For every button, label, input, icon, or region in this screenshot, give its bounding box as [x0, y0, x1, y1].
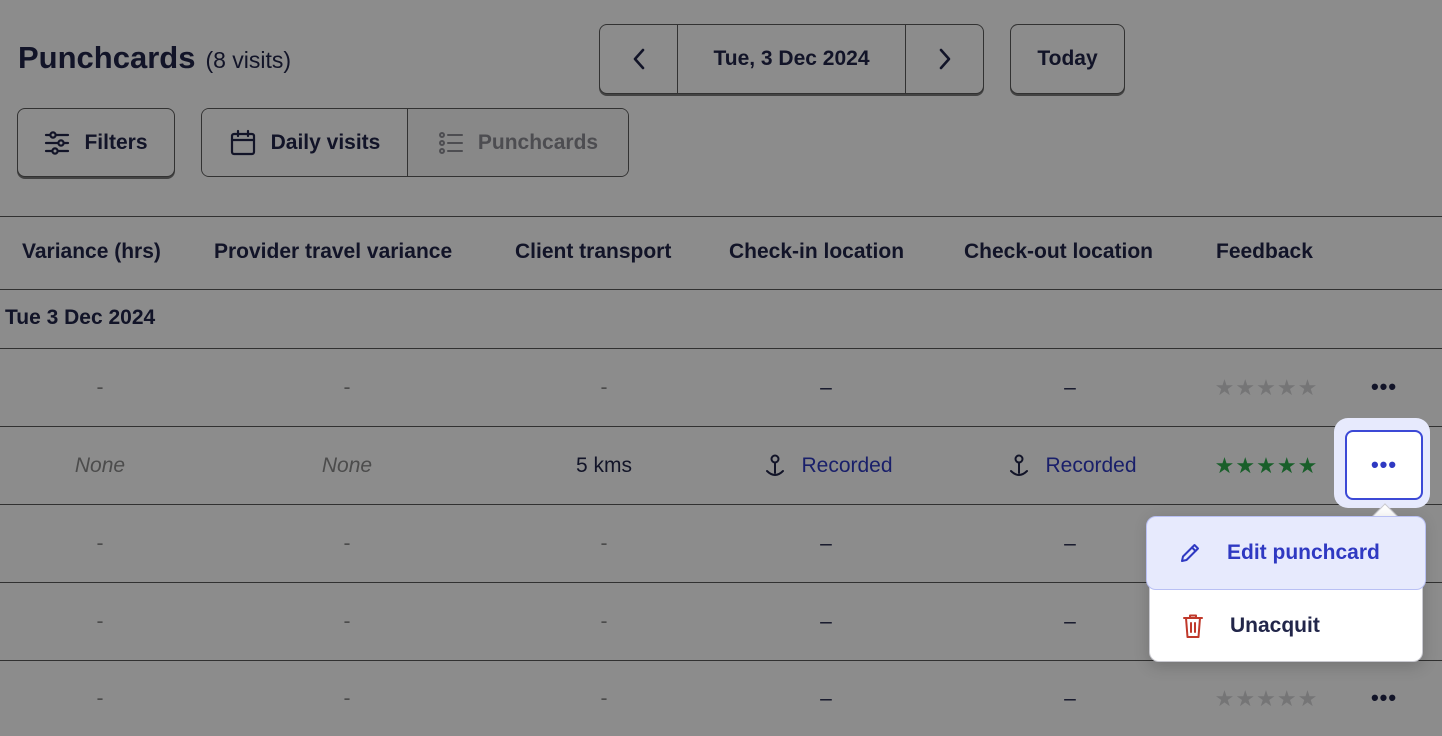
sliders-icon: [45, 130, 70, 155]
table-row[interactable]: - - - – – ★ ★ ★ ★ ★ •••: [0, 660, 1442, 736]
travel-variance-cell: -: [343, 375, 351, 399]
punchcards-tab[interactable]: Punchcards: [408, 109, 628, 176]
check-in-cell: –: [820, 686, 832, 710]
star-icon: ★: [1235, 685, 1256, 711]
variance-cell: None: [74, 453, 126, 477]
star-icon: ★: [1297, 685, 1318, 711]
travel-variance-cell: -: [343, 531, 351, 555]
feedback-cell: ★ ★ ★ ★ ★: [1214, 660, 1318, 736]
column-header-feedback[interactable]: Feedback: [1216, 240, 1313, 264]
travel-variance-cell: None: [321, 453, 373, 477]
rating-stars: ★ ★ ★ ★ ★: [1214, 452, 1318, 478]
variance-cell: -: [96, 375, 104, 399]
rating-stars: ★ ★ ★ ★ ★: [1214, 685, 1318, 711]
travel-variance-cell: -: [343, 686, 351, 710]
star-icon: ★: [1276, 685, 1297, 711]
transport-cell: -: [600, 686, 608, 710]
next-day-button[interactable]: [906, 25, 983, 93]
today-button[interactable]: Today: [1010, 24, 1125, 94]
unacquit-menu-item[interactable]: Unacquit: [1150, 590, 1422, 662]
filters-label: Filters: [84, 130, 148, 154]
star-icon: ★: [1235, 374, 1256, 400]
column-header-travel-variance[interactable]: Provider travel variance: [214, 240, 452, 264]
check-in-cell: –: [820, 531, 832, 555]
star-icon: ★: [1214, 452, 1235, 478]
column-header-variance[interactable]: Variance (hrs): [22, 240, 161, 264]
divider: [0, 216, 1442, 217]
star-icon: ★: [1214, 374, 1235, 400]
unacquit-label: Unacquit: [1230, 614, 1320, 637]
daily-visits-label: Daily visits: [270, 130, 381, 154]
filters-button[interactable]: Filters: [17, 108, 175, 177]
variance-cell: -: [96, 686, 104, 710]
more-actions-button[interactable]: •••: [1358, 367, 1410, 407]
map-pin-icon: [1007, 453, 1031, 479]
check-out-cell: –: [1064, 609, 1076, 633]
star-icon: ★: [1276, 374, 1297, 400]
star-icon: ★: [1297, 452, 1318, 478]
star-icon: ★: [1297, 374, 1318, 400]
more-actions-button-active[interactable]: •••: [1345, 430, 1423, 500]
check-in-cell: –: [820, 375, 832, 399]
star-icon: ★: [1256, 374, 1276, 400]
variance-cell: -: [96, 609, 104, 633]
date-group-label: Tue 3 Dec 2024: [5, 306, 156, 329]
list-icon: [438, 131, 463, 154]
table-row[interactable]: - - - – – ★ ★ ★ ★ ★ •••: [0, 349, 1442, 427]
edit-punchcard-menu-item[interactable]: Edit punchcard: [1146, 516, 1426, 590]
check-out-cell: –: [1064, 686, 1076, 710]
page-title: Punchcards: [18, 40, 196, 75]
daily-visits-tab[interactable]: Daily visits: [202, 109, 408, 176]
column-header-check-in[interactable]: Check-in location: [729, 240, 904, 264]
chevron-right-icon: [939, 48, 950, 70]
check-in-cell[interactable]: Recorded: [748, 427, 908, 504]
feedback-cell: ★ ★ ★ ★ ★: [1214, 427, 1318, 504]
date-navigator: Tue, 3 Dec 2024: [599, 24, 984, 94]
table-row[interactable]: None None 5 kms Recorded Recorded ★ ★ ★ ★ ★: [0, 427, 1442, 505]
prev-day-button[interactable]: [600, 25, 677, 93]
divider: [0, 289, 1442, 290]
view-toggle: Daily visits Punchcards: [201, 108, 629, 177]
transport-cell: 5 kms: [575, 453, 632, 477]
punchcards-page: Punchcards (8 visits) Tue, 3 Dec 2024 To…: [0, 0, 1442, 736]
transport-cell: -: [600, 375, 608, 399]
variance-cell: -: [96, 531, 104, 555]
check-out-cell: –: [1064, 375, 1076, 399]
trash-icon: [1183, 614, 1203, 638]
check-in-status[interactable]: Recorded: [801, 454, 892, 478]
transport-cell: -: [600, 609, 608, 633]
edit-punchcard-row[interactable]: Edit punchcard: [1147, 517, 1425, 589]
star-icon: ★: [1256, 685, 1276, 711]
current-date[interactable]: Tue, 3 Dec 2024: [677, 25, 906, 93]
transport-cell: -: [600, 531, 608, 555]
chevron-left-icon: [633, 48, 644, 70]
pencil-icon: [1181, 544, 1199, 562]
star-icon: ★: [1235, 452, 1256, 478]
column-header-check-out[interactable]: Check-out location: [964, 240, 1153, 264]
page-header: Punchcards (8 visits): [18, 40, 291, 76]
travel-variance-cell: -: [343, 609, 351, 633]
star-icon: ★: [1256, 452, 1276, 478]
edit-punchcard-label: Edit punchcard: [1227, 541, 1380, 564]
visit-count: (8 visits): [205, 47, 292, 73]
rating-stars: ★ ★ ★ ★ ★: [1214, 374, 1318, 400]
star-icon: ★: [1276, 452, 1297, 478]
calendar-icon: [230, 129, 255, 155]
column-header-client-transport[interactable]: Client transport: [515, 240, 671, 264]
feedback-cell: ★ ★ ★ ★ ★: [1214, 349, 1318, 426]
check-out-cell[interactable]: Recorded: [992, 427, 1152, 504]
check-in-cell: –: [820, 609, 832, 633]
map-pin-icon: [763, 453, 787, 479]
check-out-cell: –: [1064, 531, 1076, 555]
star-icon: ★: [1214, 685, 1235, 711]
more-actions-button[interactable]: •••: [1358, 678, 1410, 718]
punchcards-tab-label: Punchcards: [477, 130, 599, 154]
check-out-status[interactable]: Recorded: [1045, 454, 1136, 478]
